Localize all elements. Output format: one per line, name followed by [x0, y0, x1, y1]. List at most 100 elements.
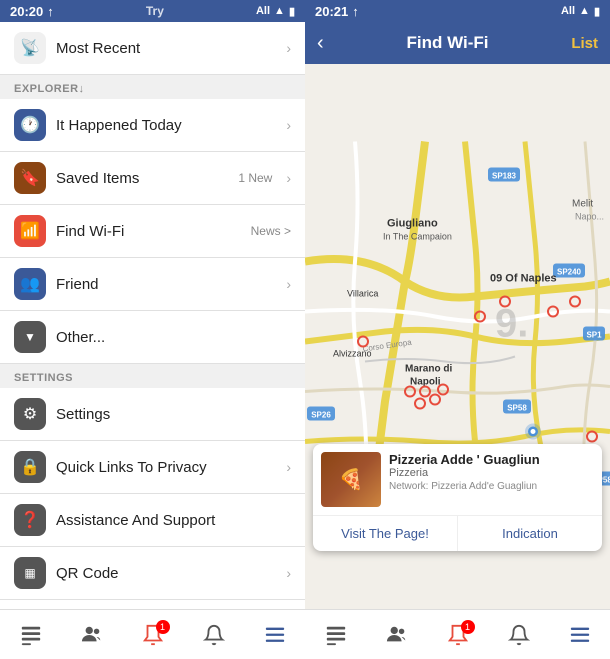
map-card-title: Pizzeria Adde ' Guagliun — [389, 452, 594, 467]
support-label: Assistance And Support — [56, 512, 291, 529]
friends-icon: 👥 — [14, 268, 46, 300]
left-app-name: Try — [146, 4, 164, 18]
codegen-item[interactable]: ✎ Code Generator › — [0, 600, 305, 609]
svg-text:SP183: SP183 — [492, 172, 517, 181]
left-tab-notifications[interactable]: 1 — [142, 624, 164, 646]
lock-icon: 🔒 — [14, 451, 46, 483]
back-button[interactable]: ‹ — [317, 32, 324, 55]
svg-text:SP240: SP240 — [557, 268, 582, 277]
left-tab-menu[interactable] — [264, 624, 286, 646]
qr-chevron: › — [286, 565, 291, 581]
most-recent-chevron: › — [286, 40, 291, 56]
most-recent-item[interactable]: 📡 Most Recent › — [0, 22, 305, 75]
svg-text:In The Campaion: In The Campaion — [383, 232, 452, 242]
most-recent-label: Most Recent — [56, 40, 276, 57]
svg-text:SP26: SP26 — [311, 411, 331, 420]
gear-icon: ⚙ — [14, 398, 46, 430]
indication-button[interactable]: Indication — [457, 516, 602, 551]
left-tab-feed[interactable] — [20, 624, 42, 646]
bookmark-icon: 🔖 — [14, 162, 46, 194]
svg-text:9.: 9. — [495, 302, 528, 346]
explorer-section-header: EXPLORER↓ — [0, 75, 305, 99]
it-happened-label: It Happened Today — [56, 117, 276, 134]
svg-text:SP1: SP1 — [586, 331, 602, 340]
friend-chevron: › — [286, 276, 291, 292]
right-status-bar: 20:21 ↑ All ▲ ▮ — [305, 0, 610, 22]
other-icon: ▼ — [14, 321, 46, 353]
right-battery-icon: ▮ — [594, 5, 600, 18]
list-button[interactable]: List — [571, 35, 598, 52]
left-panel: 20:20 ↑ Try All ▲ ▮ 📡 Most Recent › EXPL… — [0, 0, 305, 659]
privacy-label: Quick Links To Privacy — [56, 459, 276, 476]
map-card-info: Pizzeria Adde ' Guagliun Pizzeria Networ… — [389, 452, 594, 507]
nav-title: Find Wi-Fi — [332, 33, 564, 53]
it-happened-item[interactable]: 🕐 It Happened Today › — [0, 99, 305, 152]
map-card: 🍕 Pizzeria Adde ' Guagliun Pizzeria Netw… — [313, 444, 602, 551]
map-card-top: 🍕 Pizzeria Adde ' Guagliun Pizzeria Netw… — [313, 444, 602, 515]
right-status-right: All ▲ ▮ — [561, 5, 600, 18]
privacy-item[interactable]: 🔒 Quick Links To Privacy › — [0, 441, 305, 494]
svg-text:Giugliano: Giugliano — [387, 218, 438, 230]
right-panel: 20:21 ↑ All ▲ ▮ ‹ Find Wi-Fi List — [305, 0, 610, 659]
friend-label: Friend — [56, 276, 276, 293]
right-time: 20:21 — [315, 4, 348, 19]
question-icon: ❓ — [14, 504, 46, 536]
left-status-right: All ▲ ▮ — [256, 5, 295, 18]
map-card-buttons: Visit The Page! Indication — [313, 515, 602, 551]
right-tab-feed[interactable] — [325, 624, 347, 646]
settings-label: Settings — [56, 406, 291, 423]
left-wifi-icon: ▲ — [274, 5, 285, 17]
left-tab-alerts[interactable] — [203, 624, 225, 646]
right-notif-badge: 1 — [461, 620, 475, 634]
visit-page-button[interactable]: Visit The Page! — [313, 516, 457, 551]
other-label: Other... — [56, 329, 291, 346]
right-arrow-icon: ↑ — [352, 4, 359, 19]
svg-text:Villarica: Villarica — [347, 289, 378, 299]
other-item[interactable]: ▼ Other... — [0, 311, 305, 364]
map-card-thumbnail: 🍕 — [321, 452, 381, 507]
left-bottom-bar: 1 — [0, 609, 305, 659]
left-signal: All — [256, 5, 270, 17]
settings-item[interactable]: ⚙ Settings — [0, 388, 305, 441]
left-status-left: 20:20 ↑ — [10, 4, 54, 19]
map-container[interactable]: SP183 SP240 SP1 SP26 SP58 SP58 Giugliano… — [305, 64, 610, 609]
friend-item[interactable]: 👥 Friend › — [0, 258, 305, 311]
left-status-bar: 20:20 ↑ Try All ▲ ▮ — [0, 0, 305, 22]
svg-text:Napo...: Napo... — [575, 212, 604, 222]
rss-icon: 📡 — [14, 32, 46, 64]
left-time: 20:20 — [10, 4, 43, 19]
wifi-icon: 📶 — [14, 215, 46, 247]
saved-items-label: Saved Items — [56, 170, 228, 187]
svg-text:Melit: Melit — [572, 199, 593, 210]
left-content: 📡 Most Recent › EXPLORER↓ 🕐 It Happened … — [0, 22, 305, 609]
right-tab-friends[interactable] — [386, 624, 408, 646]
privacy-chevron: › — [286, 459, 291, 475]
qr-item[interactable]: ▦ QR Code › — [0, 547, 305, 600]
right-wifi-icon: ▲ — [579, 5, 590, 17]
right-bottom-bar: 1 — [305, 609, 610, 659]
right-tab-notifications[interactable]: 1 — [447, 624, 469, 646]
svg-text:09 Of Naples: 09 Of Naples — [490, 273, 557, 285]
right-tab-menu[interactable] — [569, 624, 591, 646]
right-status-left: 20:21 ↑ — [315, 4, 359, 19]
svg-text:SP58: SP58 — [507, 404, 527, 413]
find-wifi-label: Find Wi-Fi — [56, 223, 241, 240]
right-signal: All — [561, 5, 575, 17]
saved-items-item[interactable]: 🔖 Saved Items 1 New › — [0, 152, 305, 205]
left-battery-icon: ▮ — [289, 5, 295, 18]
history-icon: 🕐 — [14, 109, 46, 141]
find-wifi-badge: News > — [251, 224, 291, 238]
left-notif-badge: 1 — [156, 620, 170, 634]
saved-items-chevron: › — [286, 170, 291, 186]
find-wifi-item[interactable]: 📶 Find Wi-Fi News > — [0, 205, 305, 258]
it-happened-chevron: › — [286, 117, 291, 133]
map-card-network: Network: Pizzeria Add'e Guagliun — [389, 481, 594, 492]
left-arrow-icon: ↑ — [47, 4, 54, 19]
qr-label: QR Code — [56, 565, 276, 582]
settings-section-header: SETTINGS — [0, 364, 305, 388]
qr-icon: ▦ — [14, 557, 46, 589]
right-tab-alerts[interactable] — [508, 624, 530, 646]
support-item[interactable]: ❓ Assistance And Support — [0, 494, 305, 547]
right-nav-bar: ‹ Find Wi-Fi List — [305, 22, 610, 64]
left-tab-friends[interactable] — [81, 624, 103, 646]
